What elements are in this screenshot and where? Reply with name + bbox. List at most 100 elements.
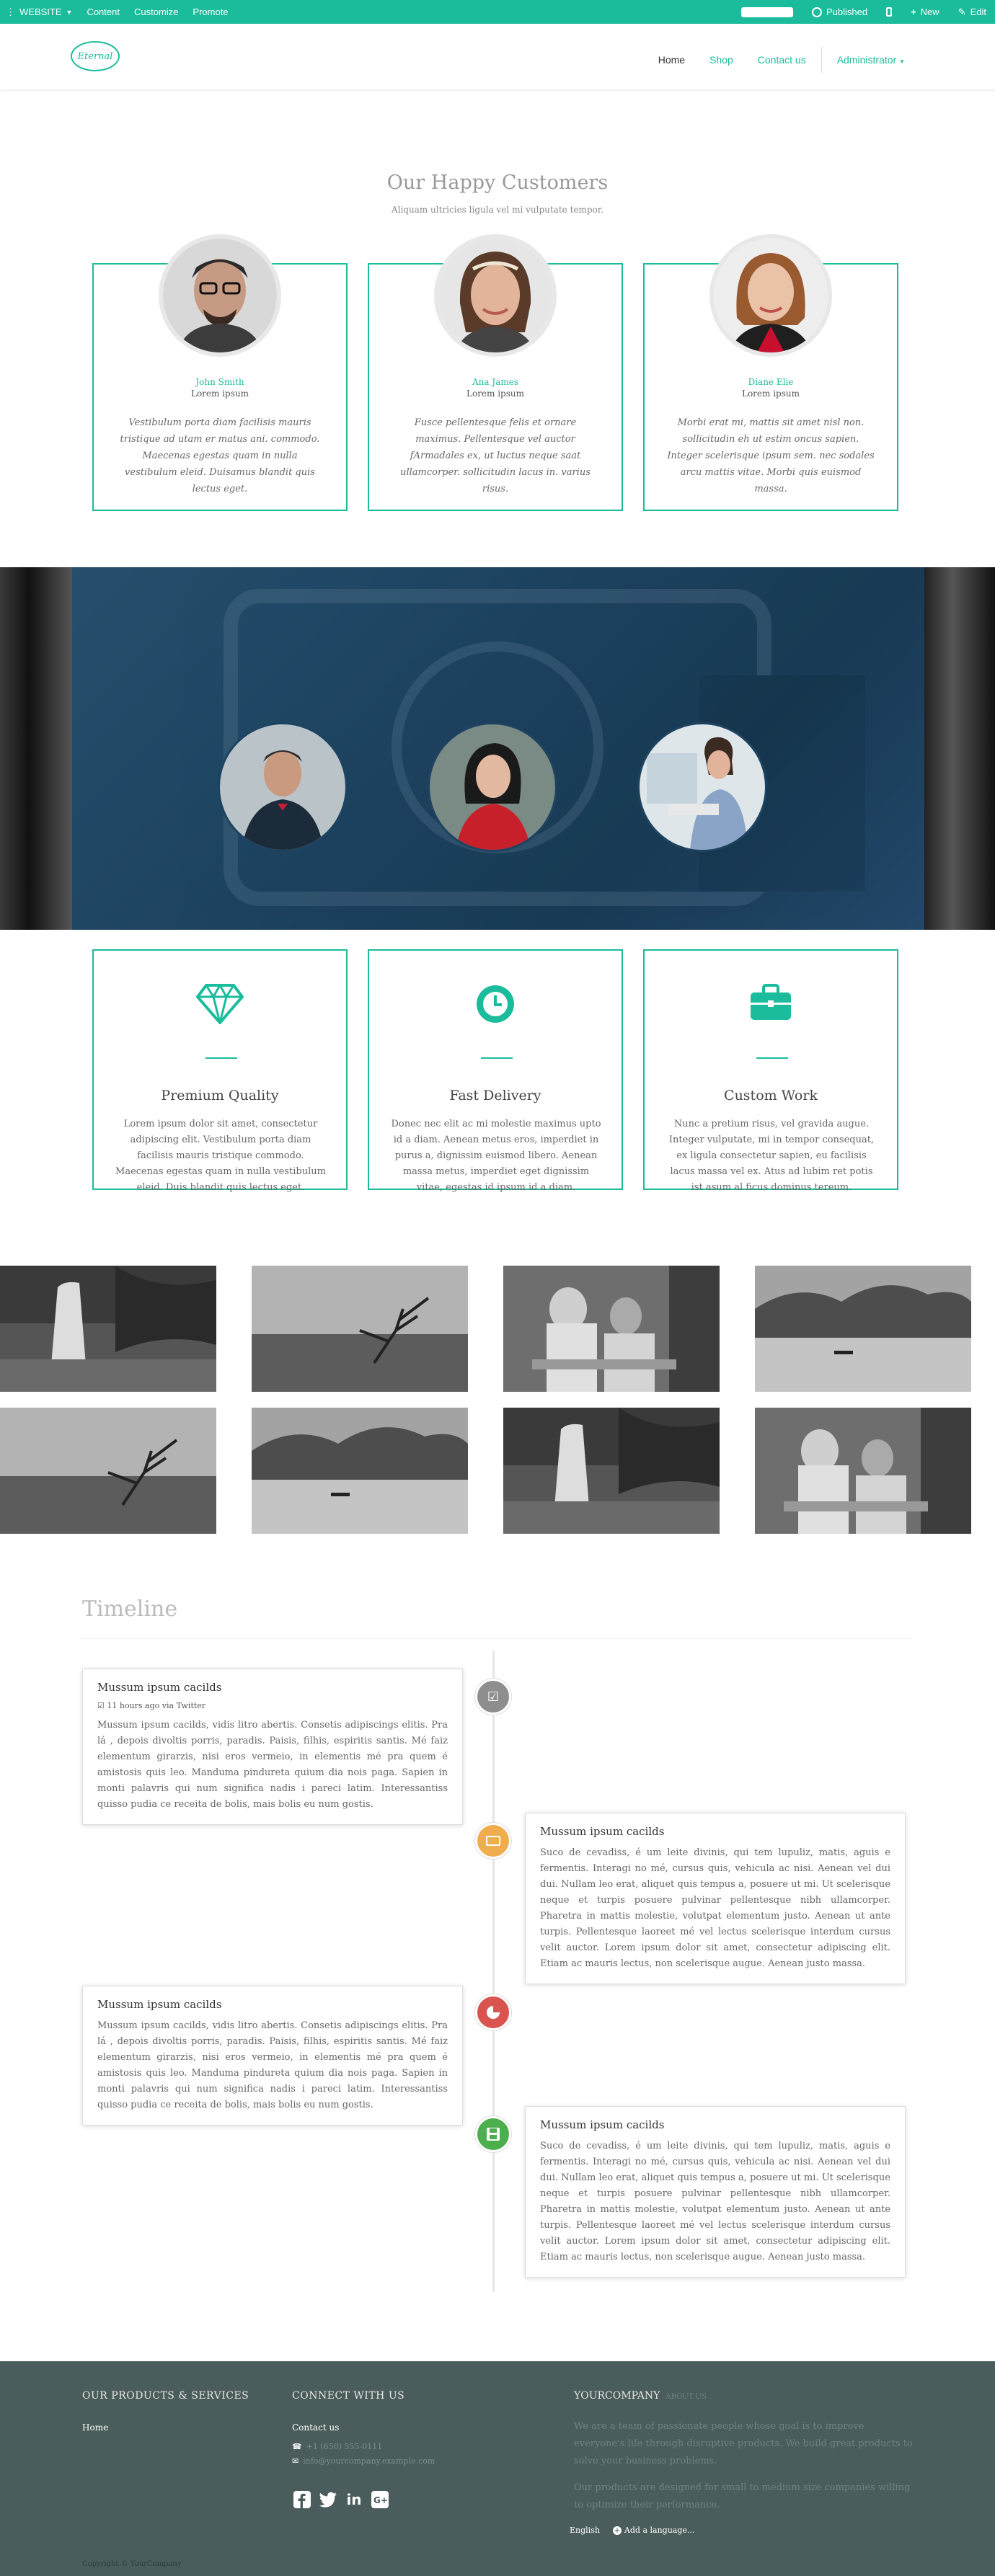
gallery-image-waterfall[interactable] <box>0 1266 216 1392</box>
content-menu-label: Content <box>87 6 120 17</box>
promote-menu[interactable]: Promote <box>193 6 228 17</box>
customer-role: Lorem ipsum <box>741 388 800 399</box>
footer-about-paragraph: Our products are designed for small to m… <box>574 2482 911 2510</box>
language-current[interactable]: English <box>570 2526 600 2535</box>
admin-bar: ⋮ WEBSITE ▼ Content Customize Promote Pu… <box>0 0 995 24</box>
user-menu-label: Administrator <box>836 54 897 66</box>
add-language-label: Add a language... <box>624 2526 695 2535</box>
timeline-entry: Mussum ipsum cacilds Mussum ipsum cacild… <box>82 1986 463 2126</box>
add-language-link[interactable]: + Add a language... <box>612 2526 695 2535</box>
apps-icon: ⋮ <box>6 6 15 17</box>
logo-text: Eternal <box>77 50 113 62</box>
timeline-badge <box>475 1994 511 2030</box>
mobile-preview-icon[interactable] <box>886 7 893 17</box>
website-menu[interactable]: ⋮ WEBSITE ▼ <box>6 6 72 18</box>
timeline-badge: ☑ <box>475 1679 511 1715</box>
user-menu[interactable]: Administrator ▼ <box>825 54 917 66</box>
footer-phone-text: +1 (650) 555-0111 <box>306 2442 383 2451</box>
timeline-title: Timeline <box>82 1596 178 1622</box>
caret-down-icon: ▼ <box>66 8 73 16</box>
team-member-photo <box>428 722 557 852</box>
avatar <box>434 234 557 357</box>
gallery-image-lake[interactable] <box>252 1408 468 1534</box>
gallery-image-tree-beach[interactable] <box>252 1266 468 1392</box>
timeline-badge <box>475 2116 511 2152</box>
content-menu[interactable]: Content <box>87 6 120 17</box>
toggle-icon <box>811 6 822 17</box>
timeline-divider <box>82 1638 911 1639</box>
timeline-entry: Mussum ipsum cacilds ☑ 11 hours ago via … <box>82 1669 463 1825</box>
google-plus-icon[interactable]: G+ <box>370 2490 390 2510</box>
nav-item-contact[interactable]: Contact us <box>746 54 818 66</box>
admin-search-input[interactable] <box>740 6 793 17</box>
svg-text:G+: G+ <box>373 2495 388 2505</box>
timeline-entry: Mussum ipsum cacilds Suco de cevadiss, é… <box>525 2106 906 2278</box>
team-member-photo <box>218 722 348 852</box>
gallery-image-children[interactable] <box>503 1266 720 1392</box>
gallery-image-lake[interactable] <box>755 1266 971 1392</box>
timeline-entry-title: Mussum ipsum cacilds <box>540 2118 665 2131</box>
timeline-badge <box>475 1823 511 1859</box>
team-title: Our Team <box>448 65 547 87</box>
feature-divider <box>756 1057 788 1059</box>
website-menu-label: WEBSITE <box>19 6 62 17</box>
footer-link-contact[interactable]: Contact us <box>292 2422 339 2433</box>
feature-title: Premium Quality <box>161 1088 279 1103</box>
footer-about-paragraph: We are a team of passionate people whose… <box>574 2421 913 2466</box>
avatar <box>709 234 832 357</box>
timeline-entry-title: Mussum ipsum cacilds <box>97 1998 222 2011</box>
published-label: Published <box>826 6 868 17</box>
gallery-image-tree-beach[interactable] <box>0 1408 216 1534</box>
feature-text: Nunc a pretium risus, vel gravida augue.… <box>668 1119 875 1193</box>
feature-card: Custom Work Nunc a pretium risus, vel gr… <box>643 949 898 1193</box>
new-label: New <box>920 6 939 17</box>
plus-icon: + <box>911 6 916 17</box>
customer-quote: Vestibulum porta diam facilisis mauris t… <box>120 417 320 494</box>
nav-item-home[interactable]: Home <box>646 54 697 66</box>
timeline-entry-title: Mussum ipsum cacilds <box>540 1825 665 1838</box>
check-icon: ☑ <box>97 1701 105 1710</box>
feature-divider <box>481 1057 513 1059</box>
timeline-entry-meta-text: 11 hours ago via Twitter <box>107 1701 206 1710</box>
customer-name: John Smith <box>195 377 244 387</box>
phone-icon: ☎ <box>292 2442 302 2451</box>
customer-card: John Smith Lorem ipsum Vestibulum porta … <box>92 234 348 511</box>
customer-role: Lorem ipsum <box>466 388 524 399</box>
customer-role: Lorem ipsum <box>190 388 249 399</box>
gallery-image-children[interactable] <box>755 1408 971 1534</box>
twitter-icon[interactable] <box>318 2490 338 2510</box>
pie-chart-icon <box>487 2006 500 2019</box>
customers-subtitle: Aliquam ultricies ligula vel mi vulputat… <box>391 205 604 215</box>
timeline-entry-meta: ☑ 11 hours ago via Twitter <box>97 1701 448 1710</box>
nav-item-shop[interactable]: Shop <box>697 54 746 66</box>
pencil-icon: ✎ <box>958 6 966 17</box>
envelope-icon: ✉ <box>292 2456 299 2466</box>
footer-about-label: ABOUT US <box>665 2393 707 2401</box>
feature-card: Premium Quality Lorem ipsum dolor sit am… <box>92 949 348 1193</box>
language-selector: English + Add a language... <box>570 2526 694 2535</box>
footer-company-heading: YOURCOMPANY ABOUT US <box>574 2390 707 2402</box>
timeline-entry-title: Mussum ipsum cacilds <box>97 1681 222 1694</box>
published-toggle[interactable]: Published <box>811 6 868 17</box>
footer-email-text: info@yourcompany.example.com <box>303 2456 435 2466</box>
edit-button[interactable]: ✎ Edit <box>958 6 986 18</box>
gallery-image-waterfall[interactable] <box>503 1408 720 1534</box>
promote-menu-label: Promote <box>193 6 229 17</box>
new-button[interactable]: + New <box>911 6 939 17</box>
copyright: Copyright © YourCompany <box>82 2560 182 2568</box>
customer-card: Diane Elie Lorem ipsum Morbi erat mi, ma… <box>643 234 898 511</box>
footer-email[interactable]: ✉ info@yourcompany.example.com <box>292 2456 435 2466</box>
credit-card-icon <box>486 1836 500 1846</box>
footer-link-home[interactable]: Home <box>82 2422 108 2433</box>
feature-divider <box>205 1057 237 1059</box>
facebook-icon[interactable] <box>292 2490 312 2510</box>
customize-menu[interactable]: Customize <box>134 6 178 17</box>
footer-company-name: YOURCOMPANY <box>574 2390 660 2402</box>
save-icon <box>487 2128 500 2141</box>
feature-title: Fast Delivery <box>449 1088 541 1103</box>
edit-label: Edit <box>970 6 986 17</box>
linkedin-icon[interactable]: in <box>344 2490 364 2510</box>
customers-title: Our Happy Customers <box>386 172 609 194</box>
timeline-entry-text: Mussum ipsum cacilds, vidis litro aberti… <box>97 1720 448 1810</box>
social-links: in G+ <box>292 2490 390 2510</box>
